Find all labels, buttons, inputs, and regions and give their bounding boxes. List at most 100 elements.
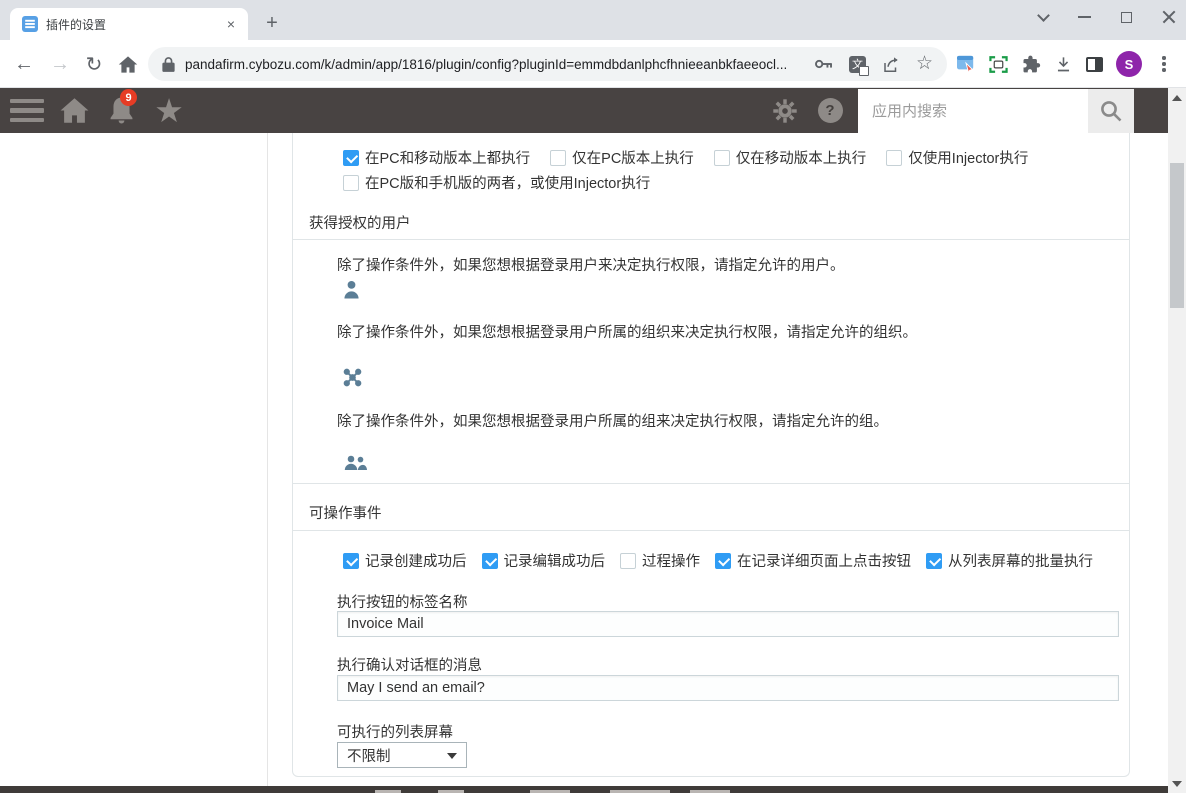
list-screen-select[interactable]: 不限制 <box>337 742 467 768</box>
checkbox[interactable] <box>343 175 359 191</box>
home-icon <box>60 97 89 124</box>
profile-avatar[interactable]: S <box>1116 51 1142 77</box>
checkbox-option-record-created[interactable]: 记录创建成功后 <box>343 550 467 571</box>
home-button[interactable] <box>112 40 144 88</box>
capture-frame-extension-icon[interactable] <box>989 56 1008 73</box>
window-chevron-icon[interactable] <box>1037 9 1050 22</box>
checkbox-label: 在PC和移动版本上都执行 <box>365 147 530 168</box>
checkbox-label: 在PC版和手机版的两者，或使用Injector执行 <box>365 172 650 193</box>
extensions-puzzle-icon[interactable] <box>1021 54 1041 74</box>
browser-toolbar: ← → ↻ pandafirm.cybozu.com/k/admin/app/1… <box>0 40 1186 88</box>
checkbox-label: 过程操作 <box>642 550 700 571</box>
share-icon[interactable] <box>882 56 900 73</box>
checkbox-option-pc-only[interactable]: 仅在PC版本上执行 <box>550 147 694 168</box>
minimize-button[interactable] <box>1078 16 1091 18</box>
new-tab-button[interactable]: + <box>258 9 286 37</box>
browser-menu-icon[interactable] <box>1155 53 1173 75</box>
group-icon[interactable] <box>343 455 367 476</box>
search-button[interactable] <box>1088 89 1134 133</box>
button-label-input[interactable] <box>337 611 1119 637</box>
favicon-plugin-icon <box>22 16 38 32</box>
download-icon[interactable] <box>1054 55 1073 74</box>
url-bar[interactable]: pandafirm.cybozu.com/k/admin/app/1816/pl… <box>148 47 947 81</box>
events-section-title: 可操作事件 <box>309 502 382 523</box>
checkbox-label: 仅在移动版本上执行 <box>736 147 867 168</box>
back-button[interactable]: ← <box>8 40 40 88</box>
settings-gear-button[interactable] <box>770 88 800 133</box>
key-icon[interactable] <box>814 56 833 72</box>
bookmark-star-icon[interactable]: ☆ <box>916 56 933 72</box>
scroll-up-arrow[interactable] <box>1172 95 1182 101</box>
checkbox[interactable] <box>343 553 359 569</box>
checkbox-label: 在记录详细页面上点击按钮 <box>737 550 911 571</box>
tab-close-icon[interactable]: × <box>222 15 240 33</box>
omnibox-icons: 文 ☆ <box>814 56 933 73</box>
checkbox-option-bulk-from-list[interactable]: 从列表屏幕的批量执行 <box>926 550 1093 571</box>
extension-icons: S <box>956 47 1173 81</box>
checkbox-option-detail-page-button[interactable]: 在记录详细页面上点击按钮 <box>715 550 911 571</box>
close-window-button[interactable] <box>1162 10 1176 24</box>
question-mark-icon: ? <box>818 98 843 123</box>
checkbox[interactable] <box>343 150 359 166</box>
portal-home-button[interactable] <box>58 88 90 133</box>
authorized-orgs-note: 除了操作条件外，如果您想根据登录用户所属的组织来决定执行权限，请指定允许的组织。 <box>337 321 917 342</box>
authorized-users-note: 除了操作条件外，如果您想根据登录用户来决定执行权限，请指定允许的用户。 <box>337 254 845 275</box>
tab-title: 插件的设置 <box>46 16 222 33</box>
checkbox[interactable] <box>714 150 730 166</box>
url-text[interactable]: pandafirm.cybozu.com/k/admin/app/1816/pl… <box>185 57 804 72</box>
checkbox[interactable] <box>715 553 731 569</box>
side-panel-icon[interactable] <box>1086 57 1103 72</box>
section-divider <box>293 530 1129 531</box>
scroll-down-arrow[interactable] <box>1172 781 1182 787</box>
button-label-field-label: 执行按钮的标签名称 <box>337 591 468 612</box>
checkbox-label: 仅在PC版本上执行 <box>572 147 694 168</box>
checkbox-label: 记录编辑成功后 <box>504 550 606 571</box>
sidebar-divider <box>267 133 268 786</box>
checkbox-option-record-edited[interactable]: 记录编辑成功后 <box>482 550 606 571</box>
tab-strip: 插件的设置 × + <box>0 0 1186 40</box>
checkbox[interactable] <box>886 150 902 166</box>
page-scrollbar[interactable] <box>1168 88 1186 793</box>
checkbox-option-both-or-injector[interactable]: 在PC版和手机版的两者，或使用Injector执行 <box>343 172 650 193</box>
checkbox-option-run-both[interactable]: 在PC和移动版本上都执行 <box>343 147 530 168</box>
translate-icon[interactable]: 文 <box>849 56 866 73</box>
list-screen-field-label: 可执行的列表屏幕 <box>337 721 453 742</box>
organization-icon[interactable] <box>343 368 362 392</box>
browser-tab[interactable]: 插件的设置 × <box>10 8 248 40</box>
maximize-button[interactable] <box>1121 12 1132 23</box>
gear-icon <box>772 98 798 124</box>
search-icon <box>1099 99 1123 123</box>
checkbox[interactable] <box>482 553 498 569</box>
confirm-message-field-label: 执行确认对话框的消息 <box>337 654 482 675</box>
checkbox-label: 记录创建成功后 <box>365 550 467 571</box>
checkbox[interactable] <box>926 553 942 569</box>
window-controls <box>1039 2 1176 32</box>
confirm-message-input[interactable] <box>337 675 1119 701</box>
section-divider <box>293 483 1129 484</box>
checkbox-option-mobile-only[interactable]: 仅在移动版本上执行 <box>714 147 867 168</box>
authorized-users-section-title: 获得授权的用户 <box>309 212 411 233</box>
select-value: 不限制 <box>347 745 391 766</box>
browser-window: 插件的设置 × + ← → ↻ pandafirm.cybozu.com/k/a… <box>0 0 1186 793</box>
home-icon <box>118 55 138 74</box>
notification-badge: 9 <box>120 89 137 106</box>
app-search-input[interactable] <box>858 89 1088 133</box>
window-extension-icon[interactable] <box>956 55 976 73</box>
reload-button[interactable]: ↻ <box>78 40 110 88</box>
forward-button[interactable]: → <box>44 40 76 88</box>
checkbox-option-process-action[interactable]: 过程操作 <box>620 550 700 571</box>
favorites-star-button[interactable]: ★ <box>150 88 188 133</box>
checkbox-label: 仅使用Injector执行 <box>908 147 1028 168</box>
plugin-settings-panel: 在PC和移动版本上都执行 仅在PC版本上执行 仅在移动版本上执行 仅使用Inje… <box>292 133 1130 777</box>
hamburger-menu-icon[interactable] <box>10 99 44 122</box>
checkbox-label: 从列表屏幕的批量执行 <box>948 550 1093 571</box>
checkbox-option-injector-only[interactable]: 仅使用Injector执行 <box>886 147 1028 168</box>
checkbox[interactable] <box>550 150 566 166</box>
scrollbar-thumb[interactable] <box>1170 163 1184 308</box>
checkbox[interactable] <box>620 553 636 569</box>
help-button[interactable]: ? <box>815 88 845 133</box>
authorized-groups-note: 除了操作条件外，如果您想根据登录用户所属的组来决定执行权限，请指定允许的组。 <box>337 410 888 431</box>
event-options-row: 记录创建成功后 记录编辑成功后 过程操作 在记录详细页面上点击按钮 从列表屏幕的… <box>343 550 1093 571</box>
bottom-action-bar <box>0 786 1168 793</box>
user-icon[interactable] <box>343 280 360 304</box>
